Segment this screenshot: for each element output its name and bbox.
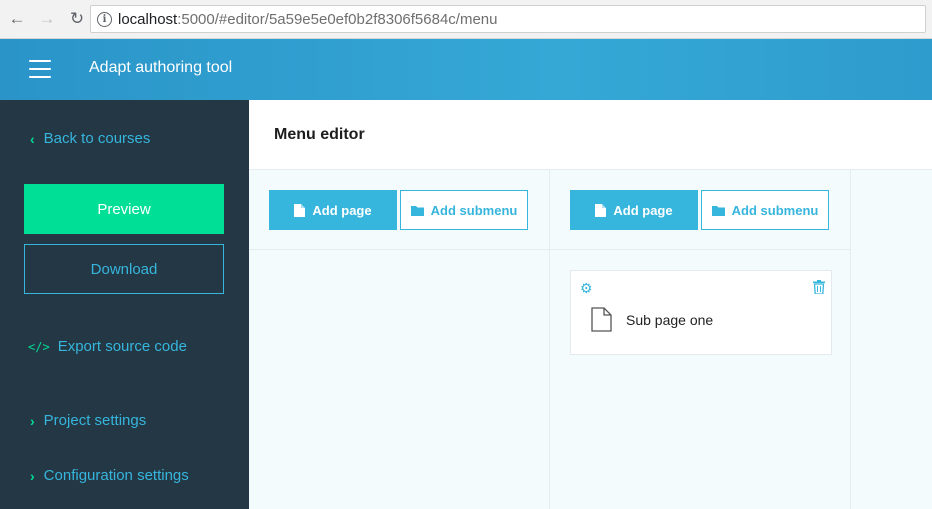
add-submenu-label: Add submenu	[731, 202, 819, 218]
download-button[interactable]: Download	[24, 244, 224, 294]
app-title: Adapt authoring tool	[89, 59, 233, 76]
export-source-code-link[interactable]: </> Export source code	[28, 338, 187, 355]
column-toolbar: Add page Add submenu	[249, 170, 549, 250]
file-icon	[294, 203, 306, 217]
configuration-settings-link[interactable]: › Configuration settings	[30, 467, 189, 484]
sidebar: ‹ Back to courses Preview Download </> E…	[0, 100, 249, 509]
gear-icon[interactable]: ⚙	[580, 280, 593, 297]
trash-icon[interactable]	[813, 280, 825, 299]
add-submenu-button[interactable]: Add submenu	[701, 190, 829, 230]
back-to-courses-label: Back to courses	[43, 130, 151, 147]
page-card[interactable]: ⚙ Sub page one	[570, 270, 832, 355]
add-page-button[interactable]: Add page	[570, 190, 698, 230]
folder-icon	[711, 205, 725, 216]
add-page-button[interactable]: Add page	[269, 190, 397, 230]
url-path: :5000/#editor/5a59e5e0ef0b2f8306f5684c/m…	[177, 10, 498, 28]
chevron-right-icon: ›	[30, 412, 35, 429]
reload-icon[interactable]: ↻	[64, 6, 90, 32]
preview-button[interactable]: Preview	[24, 184, 224, 234]
browser-toolbar: ← → ↻ i localhost:5000/#editor/5a59e5e0e…	[0, 0, 932, 39]
arrow-left-icon[interactable]: ←	[4, 6, 30, 32]
add-submenu-button[interactable]: Add submenu	[400, 190, 528, 230]
url-host: localhost	[118, 10, 178, 28]
menu-column: Add page Add submenu ⚙ Sub page one	[550, 170, 851, 509]
folder-icon	[410, 205, 424, 216]
info-icon[interactable]: i	[97, 11, 112, 27]
configuration-settings-label: Configuration settings	[43, 467, 189, 484]
page-title: Menu editor	[274, 126, 365, 143]
project-settings-link[interactable]: › Project settings	[30, 412, 146, 429]
add-page-label: Add page	[613, 202, 673, 218]
hamburger-icon[interactable]	[29, 60, 51, 78]
export-source-code-label: Export source code	[57, 338, 187, 355]
chevron-right-icon: ›	[30, 467, 35, 484]
page-file-icon	[591, 307, 612, 337]
add-page-label: Add page	[312, 202, 372, 218]
column-toolbar: Add page Add submenu	[550, 170, 850, 250]
add-submenu-label: Add submenu	[430, 202, 518, 218]
address-bar[interactable]: i localhost:5000/#editor/5a59e5e0ef0b2f8…	[90, 5, 926, 33]
project-settings-label: Project settings	[43, 412, 147, 429]
arrow-right-icon[interactable]: →	[34, 6, 60, 32]
app-header: Adapt authoring tool	[0, 39, 932, 100]
code-icon: </>	[28, 339, 50, 354]
chevron-left-icon: ‹	[30, 130, 35, 147]
main-title-bar: Menu editor	[249, 100, 932, 170]
back-to-courses-link[interactable]: ‹ Back to courses	[30, 130, 150, 147]
menu-column: Add page Add submenu	[249, 170, 550, 509]
file-icon	[595, 203, 607, 217]
page-title-text: Sub page one	[626, 312, 714, 328]
